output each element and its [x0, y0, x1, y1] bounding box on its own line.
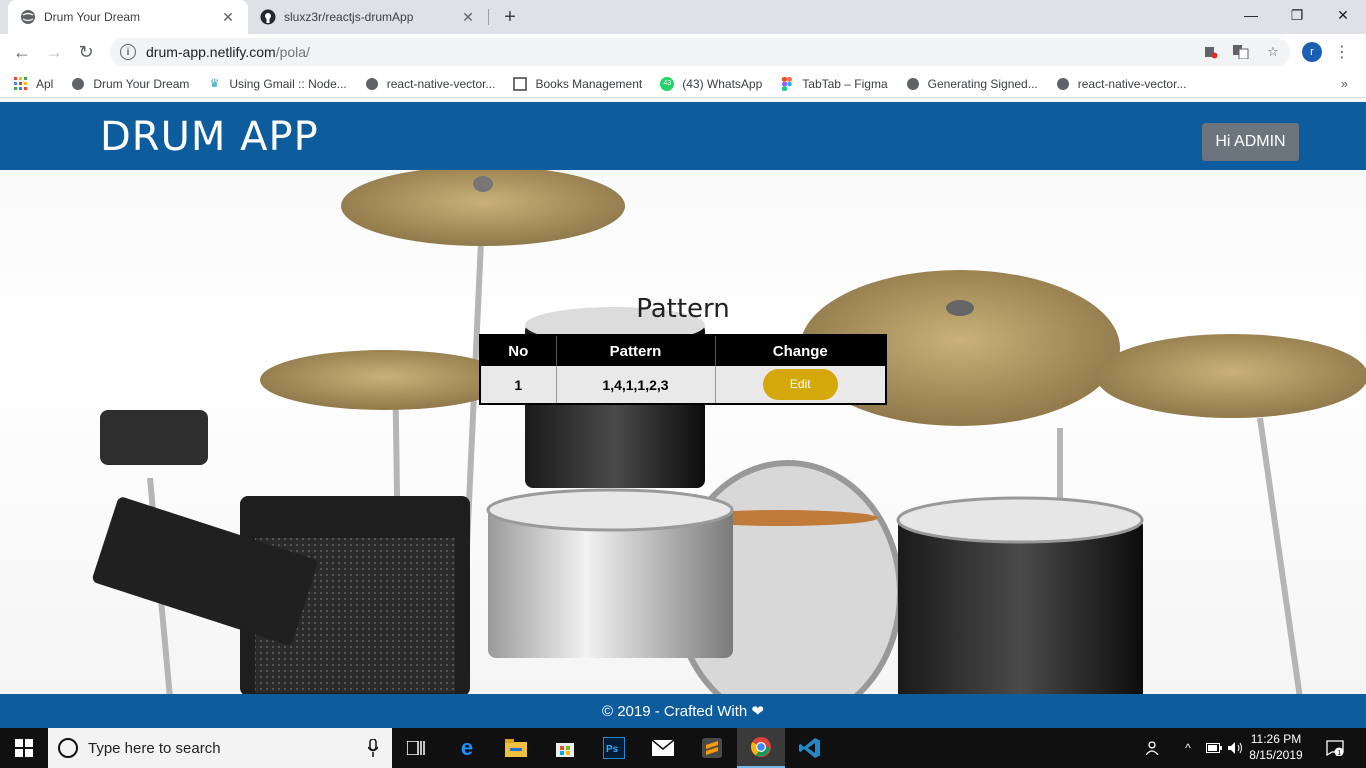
- web-page: DRUM APP Hi ADMIN Pattern No Pattern Cha…: [0, 98, 1366, 728]
- bookmark-label: Using Gmail :: Node...: [229, 76, 347, 91]
- cell-no: 1: [480, 366, 557, 404]
- people-icon[interactable]: [1142, 728, 1166, 768]
- globe-icon: [71, 77, 85, 91]
- vscode-icon[interactable]: [786, 728, 834, 768]
- table-header-row: No Pattern Change: [480, 335, 886, 366]
- bookmark-label: react-native-vector...: [386, 76, 496, 91]
- tab-title: Drum Your Dream: [44, 10, 141, 24]
- column-header-change: Change: [715, 335, 886, 366]
- bookmark-using-gmail[interactable]: ♛ Using Gmail :: Node...: [207, 77, 346, 91]
- bookmarks-bar: Apl Drum Your Dream ♛ Using Gmail :: Nod…: [0, 70, 1366, 98]
- microphone-icon[interactable]: [366, 738, 380, 758]
- globe-icon: [365, 77, 379, 91]
- bookmark-react-native-vector-1[interactable]: react-native-vector...: [365, 76, 496, 91]
- minimize-icon[interactable]: —: [1228, 0, 1274, 30]
- bookmark-react-native-vector-2[interactable]: react-native-vector...: [1056, 76, 1187, 91]
- pattern-table: No Pattern Change 1 1,4,1,1,2,3 Edit: [479, 334, 887, 405]
- app-brand[interactable]: DRUM APP: [100, 114, 319, 160]
- globe-icon: [906, 77, 920, 91]
- bookmark-drum-your-dream[interactable]: Drum Your Dream: [71, 77, 189, 91]
- mail-icon[interactable]: [639, 728, 687, 768]
- app-header: DRUM APP Hi ADMIN: [0, 102, 1366, 170]
- action-center-icon[interactable]: 1: [1320, 728, 1350, 768]
- close-tab-icon[interactable]: ✕: [220, 9, 236, 25]
- address-bar[interactable]: i drum-app.netlify.com/pola/: [110, 38, 1290, 66]
- tab-title: sluxz3r/reactjs-drumApp: [284, 10, 414, 24]
- more-bookmarks-icon[interactable]: »: [1341, 76, 1348, 91]
- edge-icon[interactable]: e: [443, 728, 491, 768]
- bookmark-whatsapp[interactable]: 43 (43) WhatsApp: [660, 76, 763, 91]
- forward-arrow-icon[interactable]: →: [42, 40, 66, 64]
- profile-avatar[interactable]: r: [1302, 42, 1322, 62]
- close-tab-icon[interactable]: ✕: [460, 9, 476, 25]
- page-icon: [513, 76, 528, 91]
- taskbar-search-input[interactable]: Type here to search: [48, 728, 392, 768]
- cortana-icon: [58, 738, 78, 758]
- url-path: /pola/: [275, 44, 310, 60]
- whatsapp-icon: 43: [660, 76, 675, 91]
- column-header-pattern: Pattern: [556, 335, 716, 366]
- tab-drum-your-dream[interactable]: Drum Your Dream ✕: [8, 0, 248, 34]
- page-footer: © 2019 - Crafted With ❤: [0, 694, 1366, 728]
- bookmark-label: Books Management: [535, 76, 643, 91]
- bookmark-label: (43) WhatsApp: [682, 76, 763, 91]
- chrome-icon[interactable]: [737, 728, 785, 768]
- bookmark-apps[interactable]: Apl: [14, 76, 54, 91]
- file-explorer-icon[interactable]: [492, 728, 540, 768]
- bookmark-label: react-native-vector...: [1077, 76, 1187, 91]
- apps-grid-icon: [14, 76, 28, 91]
- globe-icon: [1056, 77, 1070, 91]
- info-icon[interactable]: i: [120, 44, 136, 60]
- search-placeholder: Type here to search: [88, 739, 221, 757]
- clock-time: 11:26 PM: [1250, 732, 1302, 746]
- column-header-no: No: [480, 335, 557, 366]
- translate-icon[interactable]: [1232, 44, 1250, 60]
- volume-icon[interactable]: [1226, 728, 1246, 768]
- notification-count: 1: [1337, 750, 1341, 756]
- page-title: Pattern: [636, 294, 730, 324]
- blocked-icon[interactable]: [1202, 44, 1220, 60]
- store-icon[interactable]: [541, 728, 589, 768]
- windows-taskbar: Type here to search e Ps ^ 11:26 PM 8/15…: [0, 728, 1366, 768]
- sublime-text-icon[interactable]: [688, 728, 736, 768]
- back-arrow-icon[interactable]: ←: [10, 40, 34, 64]
- reload-icon[interactable]: ↻: [74, 40, 98, 64]
- figma-icon: [780, 76, 794, 91]
- bookmark-label: Drum Your Dream: [93, 76, 190, 91]
- photoshop-icon[interactable]: Ps: [590, 728, 638, 768]
- windows-start-icon[interactable]: [0, 728, 48, 768]
- bookmark-figma[interactable]: TabTab – Figma: [780, 76, 888, 91]
- edit-button[interactable]: Edit: [762, 369, 838, 400]
- url-host: drum-app.netlify.com: [146, 44, 276, 60]
- bookmark-books-management[interactable]: Books Management: [513, 77, 642, 91]
- browser-toolbar: ← → ↻ i drum-app.netlify.com/pola/ ☆ r ⋮: [0, 34, 1366, 70]
- restore-icon[interactable]: ❐: [1274, 0, 1320, 30]
- bookmark-generating-signed[interactable]: Generating Signed...: [906, 77, 1038, 91]
- table-row: 1 1,4,1,1,2,3 Edit: [480, 366, 886, 404]
- bookmark-star-icon[interactable]: ☆: [1264, 44, 1282, 60]
- system-clock[interactable]: 11:26 PM 8/15/2019: [1244, 731, 1308, 763]
- tab-divider: [488, 9, 489, 25]
- battery-icon[interactable]: [1204, 728, 1224, 768]
- globe-icon: [20, 9, 36, 25]
- task-view-icon[interactable]: [392, 728, 440, 768]
- bookmark-label: TabTab – Figma: [802, 76, 888, 91]
- user-menu-button[interactable]: Hi ADMIN: [1202, 123, 1299, 161]
- bookmark-label: Generating Signed...: [927, 76, 1038, 91]
- new-tab-icon[interactable]: +: [498, 5, 522, 29]
- nodemailer-icon: ♛: [209, 78, 220, 90]
- clock-date: 8/15/2019: [1249, 748, 1303, 762]
- chevron-up-icon[interactable]: ^: [1180, 728, 1196, 768]
- drum-kit-illustration: [92, 166, 1366, 728]
- bookmark-label: Apl: [36, 76, 54, 91]
- close-window-icon[interactable]: ✕: [1320, 0, 1366, 30]
- cell-change: Edit: [715, 366, 886, 404]
- browser-tab-strip: Drum Your Dream ✕ sluxz3r/reactjs-drumAp…: [0, 0, 1366, 34]
- github-icon: [260, 9, 276, 25]
- cell-pattern: 1,4,1,1,2,3: [556, 366, 716, 404]
- svg-text:Ps: Ps: [606, 744, 619, 755]
- tab-github-repo[interactable]: sluxz3r/reactjs-drumApp ✕: [248, 0, 488, 34]
- more-menu-icon[interactable]: ⋮: [1334, 42, 1350, 62]
